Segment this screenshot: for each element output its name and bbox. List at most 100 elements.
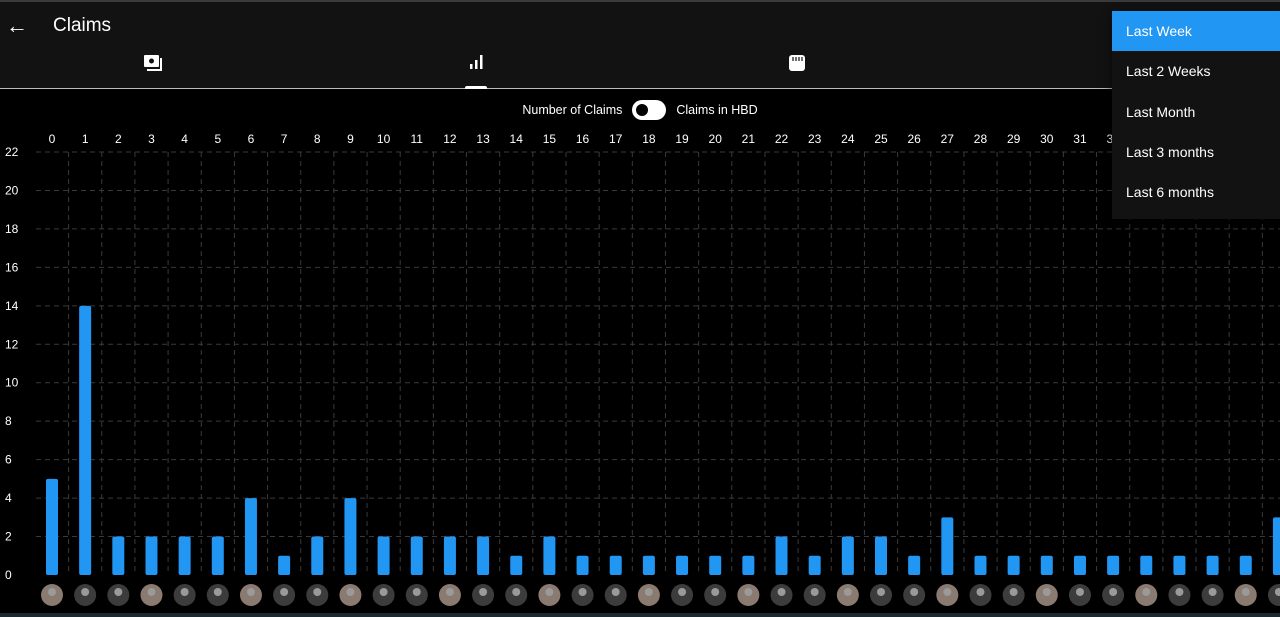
menu-item-last-6-months[interactable]: Last 6 months bbox=[1112, 172, 1280, 212]
y-tick-label: 20 bbox=[5, 183, 19, 197]
user-avatar[interactable] bbox=[505, 584, 528, 606]
back-button[interactable]: ← bbox=[6, 14, 28, 38]
bar bbox=[1073, 555, 1086, 575]
x-tick-label: 31 bbox=[1073, 132, 1087, 146]
bar bbox=[1040, 555, 1053, 575]
user-avatar[interactable] bbox=[273, 584, 296, 606]
x-tick-label: 28 bbox=[974, 132, 988, 146]
metric-toggle-switch[interactable] bbox=[632, 100, 667, 120]
toggle-right-label: Claims in HBD bbox=[676, 103, 758, 117]
menu-item-last-2-weeks[interactable]: Last 2 Weeks bbox=[1112, 51, 1280, 91]
y-tick-label: 6 bbox=[5, 453, 12, 467]
bar bbox=[974, 555, 987, 575]
user-avatar[interactable] bbox=[1234, 584, 1257, 606]
user-avatar[interactable] bbox=[969, 584, 992, 606]
menu-item-last-week[interactable]: Last Week bbox=[1112, 11, 1280, 52]
user-avatar[interactable] bbox=[671, 584, 694, 606]
bar bbox=[1107, 555, 1120, 575]
user-avatar[interactable] bbox=[41, 584, 63, 606]
y-tick-label: 0 bbox=[5, 568, 12, 582]
tab-store[interactable] bbox=[767, 54, 827, 88]
user-avatar[interactable] bbox=[737, 584, 760, 606]
user-avatar[interactable] bbox=[704, 584, 727, 606]
user-avatar[interactable] bbox=[107, 584, 130, 606]
user-avatar[interactable] bbox=[803, 584, 826, 606]
user-avatar[interactable] bbox=[405, 584, 428, 606]
bar bbox=[908, 555, 921, 575]
bar bbox=[410, 536, 423, 575]
user-avatar[interactable] bbox=[637, 584, 660, 606]
user-avatar[interactable] bbox=[372, 584, 395, 606]
user-avatar[interactable] bbox=[206, 584, 229, 606]
x-tick-label: 26 bbox=[907, 132, 921, 146]
bar bbox=[178, 536, 191, 575]
bar bbox=[642, 555, 655, 575]
bar bbox=[543, 536, 556, 575]
user-avatar[interactable] bbox=[438, 584, 461, 606]
bar bbox=[79, 305, 92, 575]
app-bar: ← Claims bbox=[0, 2, 1280, 88]
x-tick-label: 15 bbox=[543, 132, 557, 146]
claims-bar-chart: 02468101214161820220 1 2 3 4 5 6 7 8 9 10 11 12 13 14 1… bbox=[5, 132, 1280, 606]
x-tick-label: 6 bbox=[248, 132, 255, 146]
user-avatar[interactable] bbox=[870, 584, 892, 606]
user-avatar[interactable] bbox=[74, 584, 97, 606]
bar bbox=[875, 536, 887, 575]
x-tick-label: 9 bbox=[347, 132, 354, 146]
user-avatar[interactable] bbox=[1035, 584, 1058, 606]
bar bbox=[941, 517, 954, 575]
user-avatar[interactable] bbox=[538, 584, 561, 606]
bar bbox=[1140, 555, 1153, 575]
y-tick-label: 10 bbox=[5, 376, 19, 390]
user-avatar[interactable] bbox=[472, 584, 495, 606]
user-avatar[interactable] bbox=[1201, 584, 1224, 606]
user-avatar[interactable] bbox=[306, 584, 329, 606]
user-avatar[interactable] bbox=[140, 584, 163, 606]
menu-item-last-month[interactable]: Last Month bbox=[1112, 92, 1280, 132]
user-avatar[interactable] bbox=[1102, 584, 1125, 606]
user-avatar[interactable] bbox=[604, 584, 627, 606]
user-avatar[interactable] bbox=[339, 584, 362, 606]
bar bbox=[311, 536, 324, 575]
user-avatar[interactable] bbox=[1068, 584, 1091, 606]
bar bbox=[112, 536, 125, 575]
x-tick-label: 23 bbox=[808, 132, 822, 146]
page-title: Claims bbox=[53, 15, 112, 36]
bar bbox=[510, 555, 523, 575]
menu-item-last-3-months[interactable]: Last 3 months bbox=[1112, 132, 1280, 172]
user-avatar[interactable] bbox=[239, 584, 262, 606]
x-tick-label: 14 bbox=[510, 132, 524, 146]
x-tick-label: 19 bbox=[675, 132, 689, 146]
y-tick-label: 14 bbox=[5, 299, 19, 313]
bar bbox=[808, 555, 821, 575]
toggle-knob bbox=[636, 104, 649, 116]
bar bbox=[244, 498, 257, 575]
y-tick-label: 16 bbox=[5, 260, 19, 274]
x-tick-label: 10 bbox=[377, 132, 391, 146]
user-avatar[interactable] bbox=[770, 584, 793, 606]
bar bbox=[576, 555, 589, 575]
user-avatar[interactable] bbox=[1135, 584, 1158, 606]
user-avatar[interactable] bbox=[1267, 584, 1280, 606]
bar bbox=[841, 536, 854, 575]
bar bbox=[1272, 517, 1280, 575]
user-avatar[interactable] bbox=[1168, 584, 1191, 606]
y-tick-label: 4 bbox=[5, 491, 12, 505]
x-tick-label: 8 bbox=[314, 132, 321, 146]
user-avatar[interactable] bbox=[836, 584, 859, 606]
user-avatar[interactable] bbox=[173, 584, 196, 606]
metric-toggle-row: Number of Claims Claims in HBD bbox=[0, 100, 1280, 120]
arrow-left-icon: ← bbox=[6, 13, 28, 38]
bar bbox=[1173, 555, 1186, 575]
bar bbox=[145, 536, 158, 575]
user-avatar[interactable] bbox=[936, 584, 959, 606]
y-tick-label: 22 bbox=[5, 145, 19, 159]
user-avatar[interactable] bbox=[571, 584, 594, 606]
x-tick-label: 4 bbox=[181, 132, 188, 146]
tab-videos[interactable] bbox=[123, 54, 183, 88]
x-tick-label: 3 bbox=[148, 132, 155, 146]
y-tick-label: 18 bbox=[5, 222, 19, 236]
user-avatar[interactable] bbox=[1002, 584, 1025, 606]
user-avatar[interactable] bbox=[903, 584, 926, 606]
tab-stats[interactable] bbox=[446, 54, 506, 88]
